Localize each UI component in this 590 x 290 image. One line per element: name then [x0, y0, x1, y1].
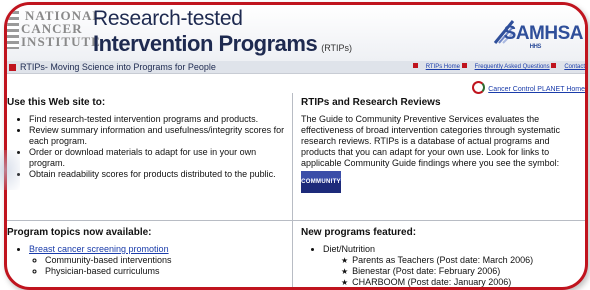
category-label: Diet/Nutrition: [323, 244, 376, 254]
link-faq[interactable]: Frequently Asked Questions: [475, 64, 550, 70]
use-site-list: Find research-tested intervention progra…: [7, 114, 285, 180]
list-item: Bienestar (Post date: February 2006): [341, 266, 577, 277]
site-title-line2: Intervention Programs (RTIPs): [93, 31, 352, 57]
new-programs-section: New programs featured: Diet/Nutrition Pa…: [301, 227, 577, 287]
list-item: Physician-based curriculums: [45, 266, 285, 277]
planet-icon: [472, 81, 486, 94]
top-links: RTIPs Home Frequently Asked Questions Co…: [412, 61, 585, 73]
decorative-glare: [0, 150, 20, 190]
site-title-line1: Research-tested: [93, 7, 243, 30]
red-square-icon: [551, 63, 557, 68]
new-programs-heading: New programs featured:: [301, 227, 417, 238]
program-sublist: Parents as Teachers (Post date: March 20…: [323, 255, 577, 287]
site-title-main: Intervention Programs: [93, 31, 318, 56]
link-rtips-home[interactable]: RTIPs Home: [426, 64, 460, 70]
rtips-reviews-section: RTIPs and Research Reviews The Guide to …: [301, 97, 577, 193]
site-header: NATIONAL CANCER INSTITUTE Research-teste…: [7, 5, 585, 61]
link-cancer-control-planet[interactable]: Cancer Control PLANET Home: [472, 81, 585, 94]
list-item: CHARBOOM (Post date: January 2006): [341, 277, 577, 287]
tagline: RTIPs- Moving Science into Programs for …: [20, 62, 216, 72]
link-contact[interactable]: Contact: [564, 64, 585, 70]
list-item: Obtain readability scores for products d…: [29, 169, 285, 180]
section-divider: [7, 220, 585, 221]
link-breast-cancer-screening[interactable]: Breast cancer screening promotion: [29, 244, 169, 254]
red-square-icon: [9, 64, 16, 71]
site-title-abbrev: (RTIPs): [321, 43, 353, 53]
topic-sublist: Community-based interventions Physician-…: [29, 255, 285, 277]
samhsa-logo[interactable]: SAMHSA HHS: [503, 23, 584, 50]
list-item: Order or download materials to adapt for…: [29, 147, 285, 169]
list-item: Find research-tested intervention progra…: [29, 114, 285, 125]
logo-stripes-icon: [7, 11, 19, 49]
list-item: Parents as Teachers (Post date: March 20…: [341, 255, 577, 266]
rtips-reviews-body: The Guide to Community Preventive Servic…: [301, 114, 560, 168]
logo-line: INSTITUTE: [21, 34, 101, 49]
list-item: Review summary information and usefulnes…: [29, 125, 285, 147]
use-site-heading: Use this Web site to:: [7, 97, 106, 108]
column-divider: [292, 93, 293, 287]
nci-logo[interactable]: NATIONAL CANCER INSTITUTE: [7, 9, 101, 51]
program-topics-heading: Program topics now available:: [7, 227, 152, 238]
page-frame: NATIONAL CANCER INSTITUTE Research-teste…: [4, 2, 588, 290]
list-item: Diet/Nutrition Parents as Teachers (Post…: [323, 244, 577, 287]
red-square-icon: [461, 63, 467, 68]
tagline-bar: RTIPs- Moving Science into Programs for …: [7, 61, 585, 74]
list-item: Breast cancer screening promotion Commun…: [29, 244, 285, 277]
new-programs-list: Diet/Nutrition Parents as Teachers (Post…: [301, 244, 577, 287]
use-site-section: Use this Web site to: Find research-test…: [7, 97, 285, 180]
red-square-icon: [412, 63, 418, 68]
hhs-label: HHS: [529, 44, 542, 50]
community-guide-badge[interactable]: COMMUNITY: [301, 171, 341, 193]
program-topics-section: Program topics now available: Breast can…: [7, 227, 285, 277]
planet-link-label: Cancer Control PLANET Home: [488, 86, 585, 93]
list-item: Community-based interventions: [45, 255, 285, 266]
samhsa-wordmark: SAMHSA: [503, 23, 584, 44]
program-topics-list: Breast cancer screening promotion Commun…: [7, 244, 285, 277]
rtips-reviews-heading: RTIPs and Research Reviews: [301, 97, 441, 108]
